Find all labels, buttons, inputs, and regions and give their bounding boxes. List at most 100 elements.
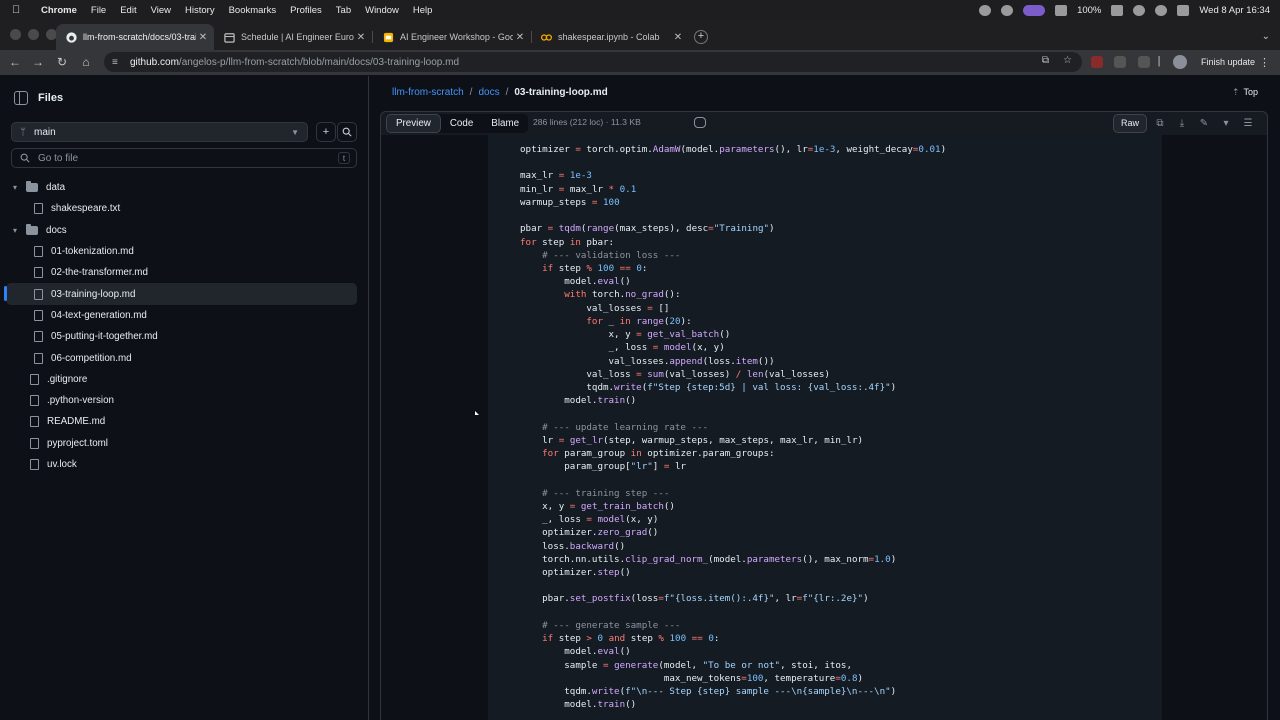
menu-window[interactable]: Window: [365, 5, 399, 16]
menu-view[interactable]: View: [151, 5, 171, 16]
more-menu-icon[interactable]: ⋮: [1259, 56, 1270, 69]
record-icon[interactable]: [979, 4, 992, 16]
bookmark-star-icon[interactable]: ☆: [1063, 55, 1072, 66]
search-files-button[interactable]: [337, 122, 357, 142]
menu-bookmarks[interactable]: Bookmarks: [229, 5, 277, 16]
wifi-icon[interactable]: [1133, 4, 1146, 16]
back-to-top-button[interactable]: ⇡ Top: [1232, 87, 1258, 98]
raw-button[interactable]: Raw: [1112, 114, 1147, 133]
finish-update-button[interactable]: Finish update: [1193, 54, 1263, 71]
menu-history[interactable]: History: [185, 5, 215, 16]
add-file-button[interactable]: +: [316, 122, 336, 142]
breadcrumb-folder-link[interactable]: docs: [478, 87, 499, 98]
edit-pencil-icon[interactable]: ✎: [1195, 118, 1213, 129]
tab-schedule[interactable]: Schedule | AI Engineer Europ ✕: [214, 24, 373, 50]
tab-colab[interactable]: shakespear.ipynb - Colab ✕: [531, 24, 689, 50]
tab-preview[interactable]: Preview: [386, 114, 441, 133]
branch-selector[interactable]: ᛘ main ▼: [11, 122, 308, 142]
menu-profiles[interactable]: Profiles: [290, 5, 322, 16]
tab-github[interactable]: llm-from-scratch/docs/03-trai ✕: [56, 24, 214, 50]
tab-code[interactable]: Code: [441, 114, 482, 133]
chevron-down-icon[interactable]: ▾: [1217, 118, 1235, 129]
copy-icon[interactable]: ⧉: [1151, 118, 1169, 129]
code-line: val_losses = []: [520, 302, 670, 314]
downloads-icon[interactable]: |: [1152, 55, 1166, 67]
tree-file[interactable]: 04-text-generation.md: [0, 305, 369, 326]
close-tab-icon[interactable]: ✕: [354, 32, 368, 43]
install-app-icon[interactable]: ⧉: [1042, 55, 1049, 66]
forward-arrow-icon[interactable]: →: [31, 55, 45, 69]
menu-app-name[interactable]: Chrome: [41, 5, 77, 16]
code-line: with torch.no_grad():: [564, 289, 681, 301]
file-tree: ▾ data shakespeare.txt ▾ docs 01-tokenization…: [0, 177, 369, 475]
tab-blame[interactable]: Blame: [482, 114, 528, 133]
site-info-icon[interactable]: ≡: [112, 57, 124, 68]
extensions-puzzle-icon[interactable]: [1138, 56, 1150, 68]
collapse-sidebar-icon[interactable]: [14, 91, 28, 105]
code-line: # --- update learning rate ---: [542, 421, 709, 433]
tab-search-icon[interactable]: ⌄: [1262, 31, 1270, 42]
chevron-down-icon[interactable]: ▾: [10, 226, 20, 235]
top-label: Top: [1243, 87, 1258, 97]
code-line: for step in pbar:: [520, 236, 615, 248]
screen-share-icon[interactable]: [1023, 4, 1046, 16]
apple-icon[interactable]: : [12, 4, 28, 16]
bolt-icon[interactable]: [1001, 4, 1014, 16]
code-line: model.train(): [520, 699, 637, 711]
back-arrow-icon[interactable]: ←: [8, 55, 22, 69]
tree-file[interactable]: pyproject.toml: [0, 433, 369, 454]
reload-icon[interactable]: ↻: [55, 55, 69, 69]
code-line: model.eval(): [520, 646, 631, 658]
profile-avatar[interactable]: [1173, 55, 1187, 69]
tree-file[interactable]: .gitignore: [0, 369, 369, 390]
macos-menu-bar:  Chrome File Edit View History Bookmark…: [0, 0, 1280, 20]
control-center-icon[interactable]: [1177, 4, 1190, 16]
code-line: if step % 100 == 0:: [542, 262, 648, 274]
code-line: _, loss = model(x, y): [520, 514, 659, 526]
tree-file[interactable]: uv.lock: [0, 454, 369, 475]
close-tab-icon[interactable]: ✕: [196, 32, 210, 43]
tree-file[interactable]: 05-putting-it-together.md: [0, 326, 369, 347]
tree-file[interactable]: 01-tokenization.md: [0, 241, 369, 262]
menu-help[interactable]: Help: [413, 5, 433, 16]
outline-list-icon[interactable]: ☰: [1239, 118, 1257, 129]
address-bar[interactable]: ≡ github.com /angelos-p/llm-from-scratch…: [104, 52, 1082, 72]
search-icon[interactable]: [1155, 4, 1168, 16]
tree-file[interactable]: 02-the-transformer.md: [0, 262, 369, 283]
close-tab-icon[interactable]: ✕: [513, 32, 527, 43]
home-icon[interactable]: ⌂: [79, 55, 93, 69]
extension-icon[interactable]: [1114, 56, 1126, 68]
close-tab-icon[interactable]: ✕: [671, 32, 685, 43]
go-to-file-input[interactable]: Go to file t: [11, 148, 357, 168]
menu-edit[interactable]: Edit: [120, 5, 136, 16]
breadcrumb-repo-link[interactable]: llm-from-scratch: [392, 87, 464, 98]
code-line: lr = get_lr(step, warmup_steps, max_step…: [520, 434, 864, 446]
copilot-icon[interactable]: [694, 117, 706, 128]
battery-icon[interactable]: [1111, 4, 1124, 16]
tree-file[interactable]: README.md: [0, 411, 369, 432]
chevron-down-icon[interactable]: ▾: [10, 183, 20, 192]
file-icon: [30, 459, 39, 470]
tree-folder[interactable]: ▾ docs: [0, 220, 369, 241]
tree-file[interactable]: 03-training-loop.md: [4, 283, 357, 305]
keyboard-shortcut-badge: t: [338, 152, 350, 164]
tree-folder[interactable]: ▾ data: [0, 177, 369, 198]
menu-file[interactable]: File: [91, 5, 106, 16]
plus-icon: +: [322, 126, 330, 138]
keyboard-icon[interactable]: [1055, 4, 1068, 16]
folder-icon: [26, 223, 38, 235]
tree-file[interactable]: shakespeare.txt: [0, 198, 369, 219]
extension-icon[interactable]: [1091, 56, 1103, 68]
minimize-window-icon[interactable]: [28, 29, 39, 40]
tab-slides[interactable]: AI Engineer Workshop - Goog ✕: [373, 24, 532, 50]
tree-file[interactable]: .python-version: [0, 390, 369, 411]
code-line: warmup_steps = 100: [520, 196, 620, 208]
close-window-icon[interactable]: [10, 29, 21, 40]
download-icon[interactable]: ⤓: [1173, 118, 1191, 129]
tree-file[interactable]: 06-competition.md: [0, 347, 369, 368]
menu-clock[interactable]: Wed 8 Apr 16:34: [1199, 5, 1270, 16]
menu-tab[interactable]: Tab: [336, 5, 351, 16]
new-tab-button[interactable]: +: [694, 30, 708, 44]
